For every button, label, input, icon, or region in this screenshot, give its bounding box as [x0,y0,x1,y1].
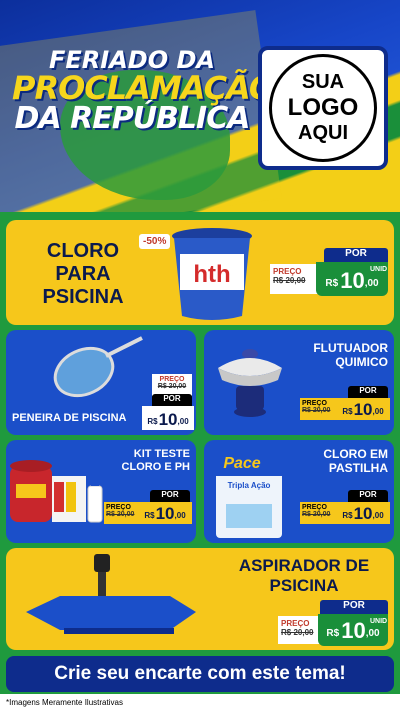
preco-label: PREÇO [302,400,327,407]
preco-label: PREÇO [273,267,302,276]
old-price-box: PREÇO R$ 20,00 [152,374,192,396]
price-integer: 10 [158,410,178,429]
currency: R$ [342,407,353,416]
old-price-box: PREÇO R$ 20,00 [300,502,338,524]
preco-label: PREÇO [159,376,185,383]
logo-text-1: SUA [301,71,345,94]
price-integer: 10 [155,504,175,523]
currency: R$ [147,417,158,426]
test-kit-icon [10,460,103,523]
old-price-box: PREÇO R$ 20,00 [104,502,140,524]
old-price: R$ 20,00 [302,407,331,414]
price-box: R$ 10 ,00 [138,502,192,524]
product-name: ASPIRADOR DE PSICINA [238,556,370,595]
logo-placeholder: SUA LOGO AQUI [258,46,388,170]
preco-label: PREÇO [302,504,327,511]
product-card-cloro[interactable]: CLORO PARA PSICINA hth -50% POR PREÇO R$… [6,220,394,325]
title-line2: PROCLAMAÇÃO [12,69,276,107]
product-name: FLUTUADOR QUIMICO [313,341,388,369]
chemical-floater-icon [218,349,282,417]
por-label: POR [348,490,388,502]
footnote: *Imagens Meramente Ilustrativas [0,694,400,711]
price-decimal: ,00 [372,511,384,520]
title-line3: DA REPÚBLICA [14,101,251,136]
price-box: R$ 10 ,00 [142,406,194,430]
unit-label: UNID [370,266,388,273]
product-card-aspirador[interactable]: ASPIRADOR DE PSICINA POR PREÇO R$ 20,00 … [6,548,394,650]
product-card-pastilha[interactable]: Pace Tripla Ação CLORO EM PASTILHA POR P… [204,440,394,543]
currency: R$ [342,511,353,520]
price-decimal: ,00 [177,417,189,426]
pool-vacuum-icon [26,554,196,634]
old-price: R$ 20,00 [106,511,135,518]
svg-text:Pace: Pace [223,455,260,472]
product-name: CLORO PARA PSICINA [42,240,124,308]
logo-text-2: LOGO [287,94,359,122]
price-decimal: ,00 [364,278,379,289]
old-price-box: PREÇO R$ 20,00 [278,616,322,644]
price-integer: 10 [340,268,365,293]
price-integer: 10 [341,618,366,643]
old-price: R$ 20,00 [157,383,187,390]
old-price: R$ 20,00 [273,276,306,285]
preco-label: PREÇO [281,619,310,628]
old-price: R$ 20,00 [302,511,331,518]
price-integer: 10 [353,504,373,523]
preco-label: PREÇO [106,504,131,511]
unit-label: UNID [370,618,388,625]
por-label: POR [320,600,388,614]
logo-text-3: AQUI [298,121,348,144]
chlorine-bucket-icon: hth [172,228,252,320]
product-name: PENEIRA DE PISCINA [12,412,127,424]
por-label: POR [348,386,388,398]
bucket-brand: hth [193,261,230,288]
old-price: R$ 20,00 [281,628,314,637]
currency: R$ [326,628,340,639]
price-decimal: ,00 [365,628,380,639]
pool-net-icon [53,336,143,398]
old-price-box: PREÇO R$ 20,00 [300,398,338,420]
price-box: R$ 10 ,00 [336,398,390,420]
cta-banner[interactable]: Crie seu encarte com este tema! [6,656,394,692]
currency: R$ [144,511,155,520]
por-label: POR [324,248,388,262]
product-name: CLORO EM PASTILHA [323,447,388,475]
price-box: R$ 10 ,00 [336,502,390,524]
header-banner: FERIADO DA PROCLAMAÇÃO DA REPÚBLICA SUA … [0,0,400,215]
logo-circle: SUA LOGO AQUI [269,54,377,162]
product-card-peneira[interactable]: PREÇO R$ 20,00 POR PENEIRA DE PISCINA R$… [6,330,196,435]
price-decimal: ,00 [174,511,186,520]
price-integer: 10 [353,400,373,419]
chlorine-bag-icon: Pace Tripla Ação [216,446,282,538]
por-label: POR [152,394,192,406]
svg-text:Tripla Ação: Tripla Ação [228,481,271,490]
product-name: KIT TESTE CLORO E PH [121,448,190,473]
discount-badge: -50% [139,234,171,249]
price-decimal: ,00 [372,407,384,416]
page-title: FERIADO DA PROCLAMAÇÃO DA REPÚBLICA [12,48,276,136]
old-price-box: PREÇO R$ 20,00 [270,264,318,294]
product-card-kit-teste[interactable]: KIT TESTE CLORO E PH POR PREÇO R$ 20,00 … [6,440,196,543]
currency: R$ [325,278,339,289]
product-card-flutuador[interactable]: FLUTUADOR QUIMICO POR PREÇO R$ 20,00 R$ … [204,330,394,435]
por-label: POR [150,490,190,502]
